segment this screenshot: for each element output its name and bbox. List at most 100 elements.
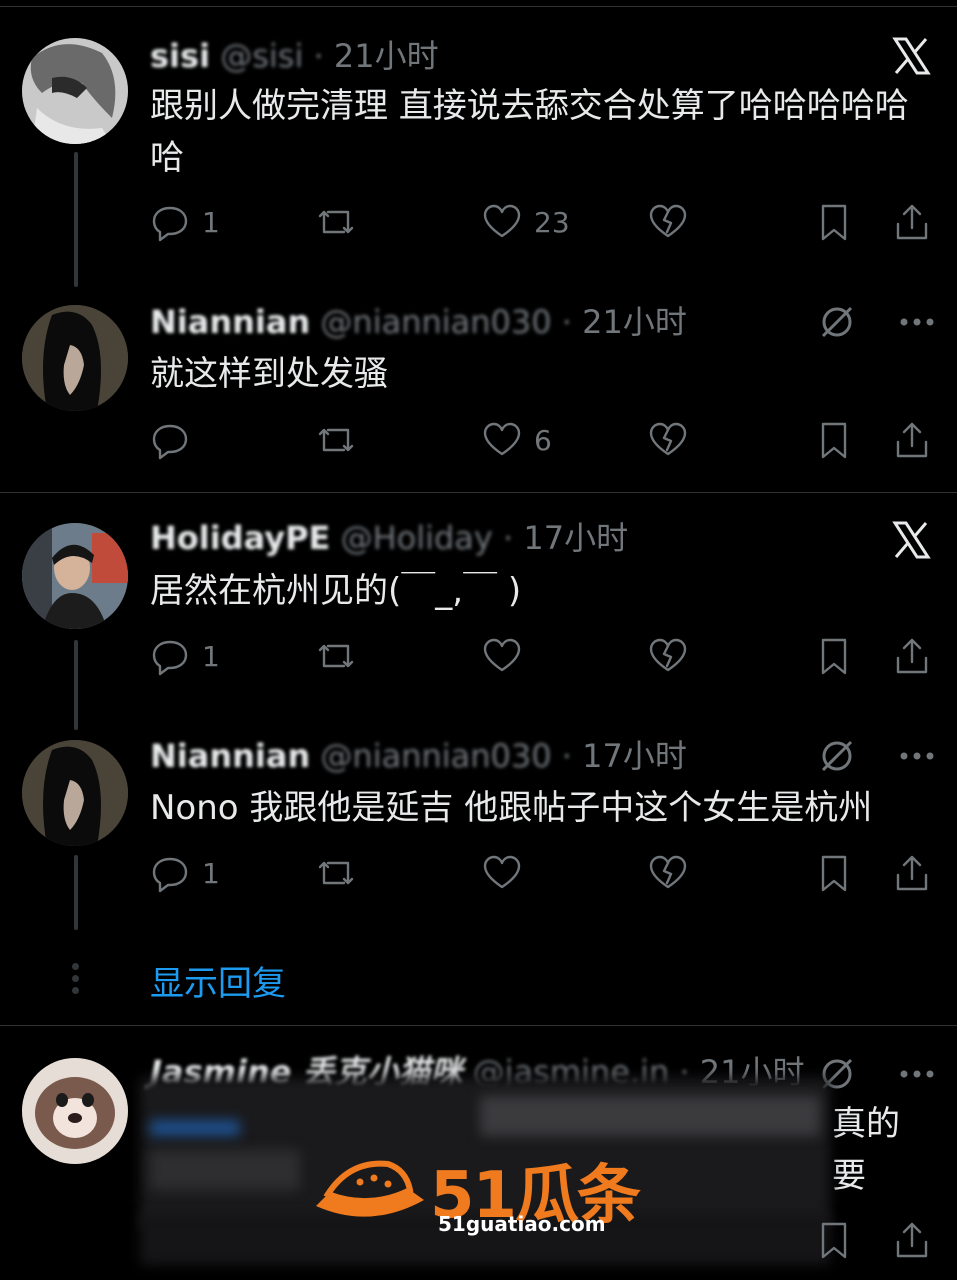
share-button[interactable]: [892, 634, 932, 678]
avatar-image: [22, 523, 128, 629]
avatar-image: [22, 740, 128, 846]
watermelon-logo-icon: [316, 1160, 424, 1217]
dislike-button[interactable]: [648, 418, 688, 462]
like-button[interactable]: 23: [482, 200, 570, 244]
retweet-button[interactable]: [316, 851, 356, 895]
muted-icon[interactable]: [819, 304, 855, 340]
reply-button[interactable]: 1: [150, 200, 220, 244]
heart-icon: [483, 638, 521, 672]
reply-button[interactable]: [150, 418, 202, 462]
bookmark-button[interactable]: [814, 1218, 854, 1262]
avatar[interactable]: [22, 523, 128, 629]
reply-count: 1: [202, 205, 220, 239]
tweet-corner-icons: [819, 300, 935, 344]
retweet-icon: [318, 644, 354, 668]
avatar[interactable]: [22, 38, 128, 144]
tweet-text: Nono 我跟他是延吉 他跟帖子中这个女生是杭州: [150, 788, 873, 828]
share-icon: [896, 204, 928, 240]
reply-button[interactable]: 1: [150, 851, 220, 895]
dislike-button[interactable]: [648, 200, 688, 244]
share-button[interactable]: [892, 200, 932, 244]
bookmark-button[interactable]: [814, 634, 854, 678]
bookmark-button[interactable]: [814, 200, 854, 244]
like-count: 23: [534, 205, 570, 239]
dislike-button[interactable]: [648, 851, 688, 895]
tweet-time[interactable]: 21小时: [334, 37, 439, 75]
bookmark-icon: [821, 638, 847, 675]
author-name[interactable]: Niannian: [150, 737, 310, 775]
author-handle[interactable]: @niannian030 ·: [320, 737, 572, 775]
more-icon[interactable]: [899, 1069, 935, 1079]
author-handle[interactable]: @Holiday ·: [341, 519, 514, 557]
reply-icon: [152, 424, 188, 460]
bookmark-icon: [821, 855, 847, 892]
like-button[interactable]: [482, 851, 534, 895]
thread-line: [74, 152, 78, 287]
avatar[interactable]: [22, 1058, 128, 1164]
tweet-time[interactable]: 17小时: [523, 519, 628, 557]
heart-icon: [483, 204, 521, 238]
bookmark-button[interactable]: [814, 418, 854, 462]
muted-icon[interactable]: [819, 738, 855, 774]
author-name[interactable]: Niannian: [150, 303, 310, 341]
heart-icon: [483, 422, 521, 456]
tweet-corner-icons: [819, 734, 935, 778]
share-icon: [896, 422, 928, 458]
share-button[interactable]: [892, 851, 932, 895]
thread-line: [74, 640, 78, 730]
broken-heart-icon: [649, 638, 687, 672]
bookmark-icon: [821, 1222, 847, 1259]
broken-heart-icon: [649, 422, 687, 456]
retweet-icon: [318, 428, 354, 452]
share-icon: [896, 638, 928, 674]
avatar-image: [22, 305, 128, 411]
reply-icon: [152, 206, 188, 242]
retweet-button[interactable]: [316, 634, 356, 678]
broken-heart-icon: [649, 855, 687, 889]
like-button[interactable]: [482, 634, 534, 678]
tweet-text: 居然在杭州见的(￣_,￣ ): [150, 571, 522, 611]
reply-button[interactable]: 1: [150, 634, 220, 678]
action-bar: 1: [150, 851, 940, 895]
divider: [0, 6, 957, 7]
dislike-button[interactable]: [648, 634, 688, 678]
avatar-image: [22, 1058, 128, 1164]
retweet-button[interactable]: [316, 200, 356, 244]
tweet-time[interactable]: 17小时: [582, 737, 687, 775]
bookmark-icon: [821, 204, 847, 241]
like-count: 6: [534, 423, 552, 457]
redaction-block: [150, 1150, 300, 1190]
like-button[interactable]: 6: [482, 418, 552, 462]
tweet-text: 真的要: [832, 1104, 900, 1196]
tweet-time[interactable]: 21小时: [582, 303, 687, 341]
author-handle[interactable]: @sisi ·: [220, 37, 323, 75]
retweet-icon: [318, 210, 354, 234]
more-icon[interactable]: [899, 751, 935, 761]
action-bar: 6: [150, 418, 940, 462]
x-logo-icon[interactable]: [891, 36, 931, 76]
author-name[interactable]: HolidayPE: [150, 519, 330, 557]
retweet-button[interactable]: [316, 418, 356, 462]
share-button[interactable]: [892, 418, 932, 462]
avatar[interactable]: [22, 305, 128, 411]
avatar[interactable]: [22, 740, 128, 846]
bookmark-button[interactable]: [814, 851, 854, 895]
action-bar: 1: [150, 634, 940, 678]
more-icon[interactable]: [899, 317, 935, 327]
show-replies-link[interactable]: 显示回复: [150, 956, 286, 1005]
share-button[interactable]: [892, 1218, 932, 1262]
redaction-block: [150, 1120, 240, 1136]
tweet-text: 跟别人做完清理 直接说去舔交合处算了哈哈哈哈哈哈: [150, 86, 909, 178]
retweet-icon: [318, 861, 354, 885]
author-handle[interactable]: @niannian030 ·: [320, 303, 572, 341]
thread-dots: [72, 963, 80, 999]
redaction-block: [480, 1096, 820, 1136]
watermark-site: 51guatiao.com: [438, 1212, 606, 1236]
x-logo-icon[interactable]: [891, 520, 931, 560]
thread-line: [74, 855, 78, 930]
author-name[interactable]: sisi: [150, 37, 210, 75]
divider: [0, 492, 957, 493]
divider: [0, 1025, 957, 1026]
reply-count: 1: [202, 856, 220, 890]
action-bar: 1 23: [150, 200, 940, 244]
